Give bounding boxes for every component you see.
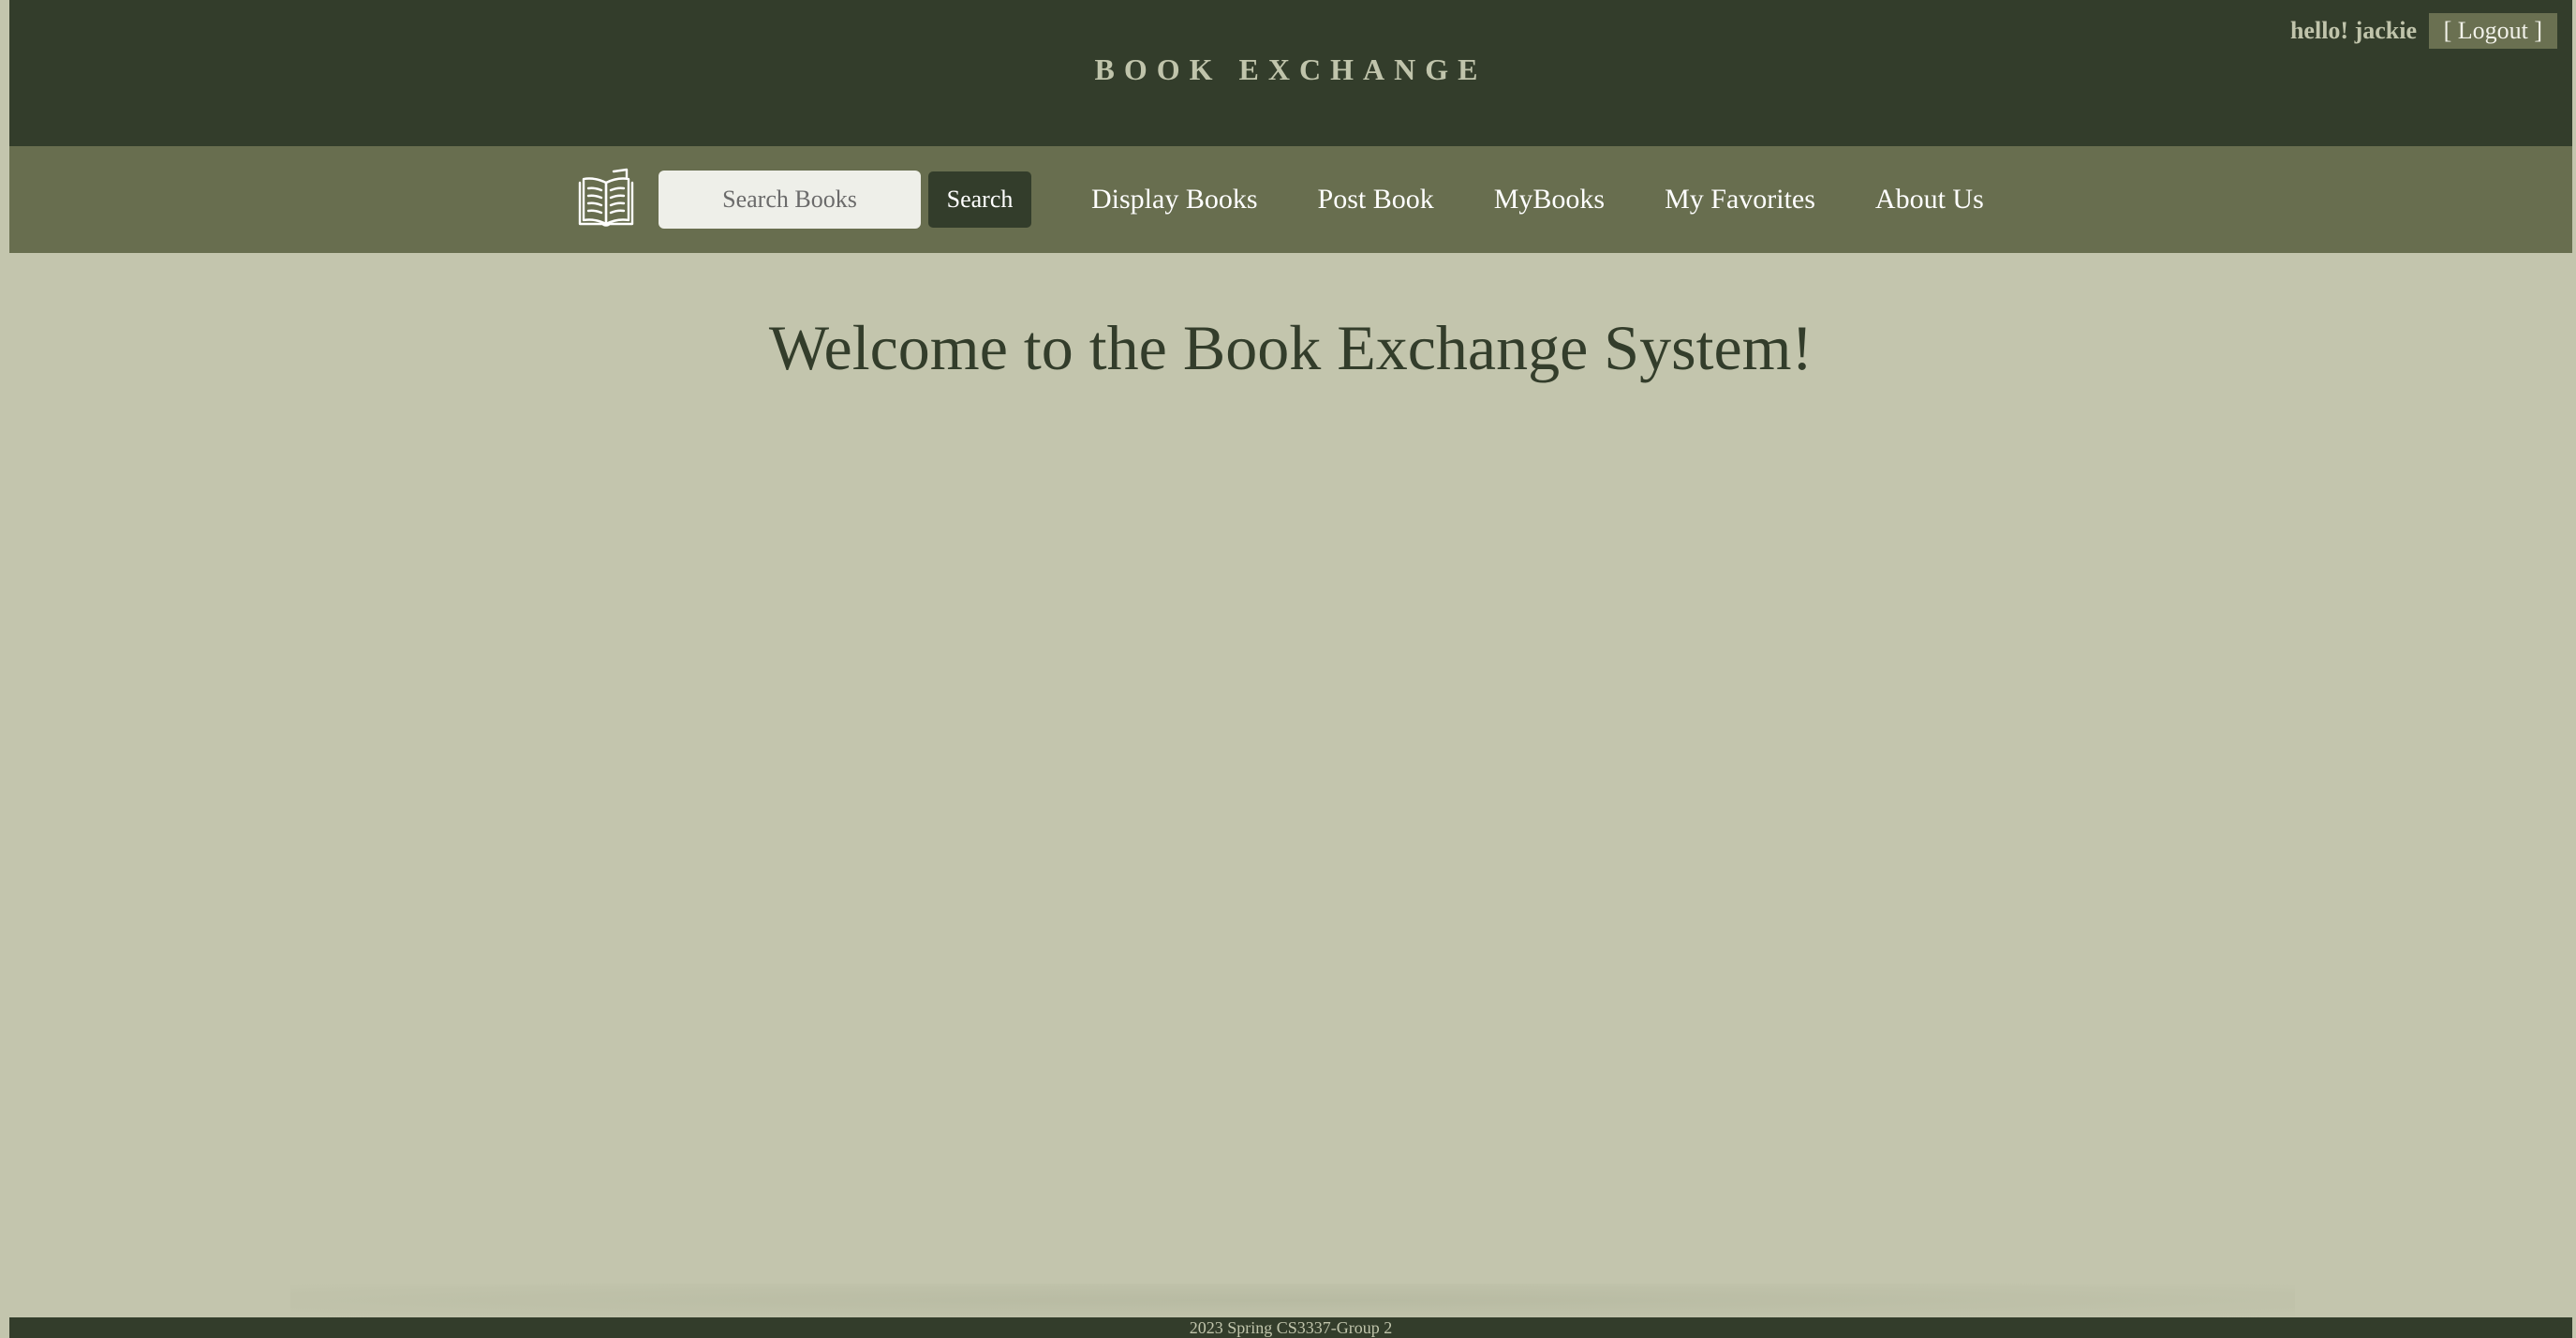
- site-footer: 2023 Spring CS3337-Group 2: [9, 1317, 2572, 1338]
- nav-links: Display Books Post Book MyBooks My Favor…: [1091, 184, 1984, 216]
- nav-link-mybooks[interactable]: MyBooks: [1494, 184, 1605, 216]
- page: BOOK EXCHANGE hello! jackie [ Logout ] S…: [0, 0, 2576, 1338]
- search-button[interactable]: Search: [928, 171, 1031, 228]
- main-navbar: Search Display Books Post Book MyBooks M…: [9, 146, 2572, 253]
- site-header: BOOK EXCHANGE hello! jackie [ Logout ]: [9, 0, 2572, 146]
- site-title: BOOK EXCHANGE: [1094, 52, 1488, 86]
- user-greeting: hello! jackie: [2289, 17, 2417, 44]
- nav-link-my-favorites[interactable]: My Favorites: [1665, 184, 1815, 216]
- search-input[interactable]: [659, 171, 921, 229]
- nav-link-about-us[interactable]: About Us: [1875, 184, 1984, 216]
- nav-link-post-book[interactable]: Post Book: [1318, 184, 1434, 216]
- footer-shadow: [290, 1284, 2295, 1317]
- logout-button[interactable]: [ Logout ]: [2428, 13, 2557, 49]
- open-book-icon[interactable]: [574, 168, 638, 231]
- welcome-heading: Welcome to the Book Exchange System!: [768, 312, 1814, 383]
- navbar-content: Search Display Books Post Book MyBooks M…: [574, 146, 1984, 253]
- app-frame: BOOK EXCHANGE hello! jackie [ Logout ] S…: [9, 0, 2572, 1338]
- nav-link-display-books[interactable]: Display Books: [1091, 184, 1258, 216]
